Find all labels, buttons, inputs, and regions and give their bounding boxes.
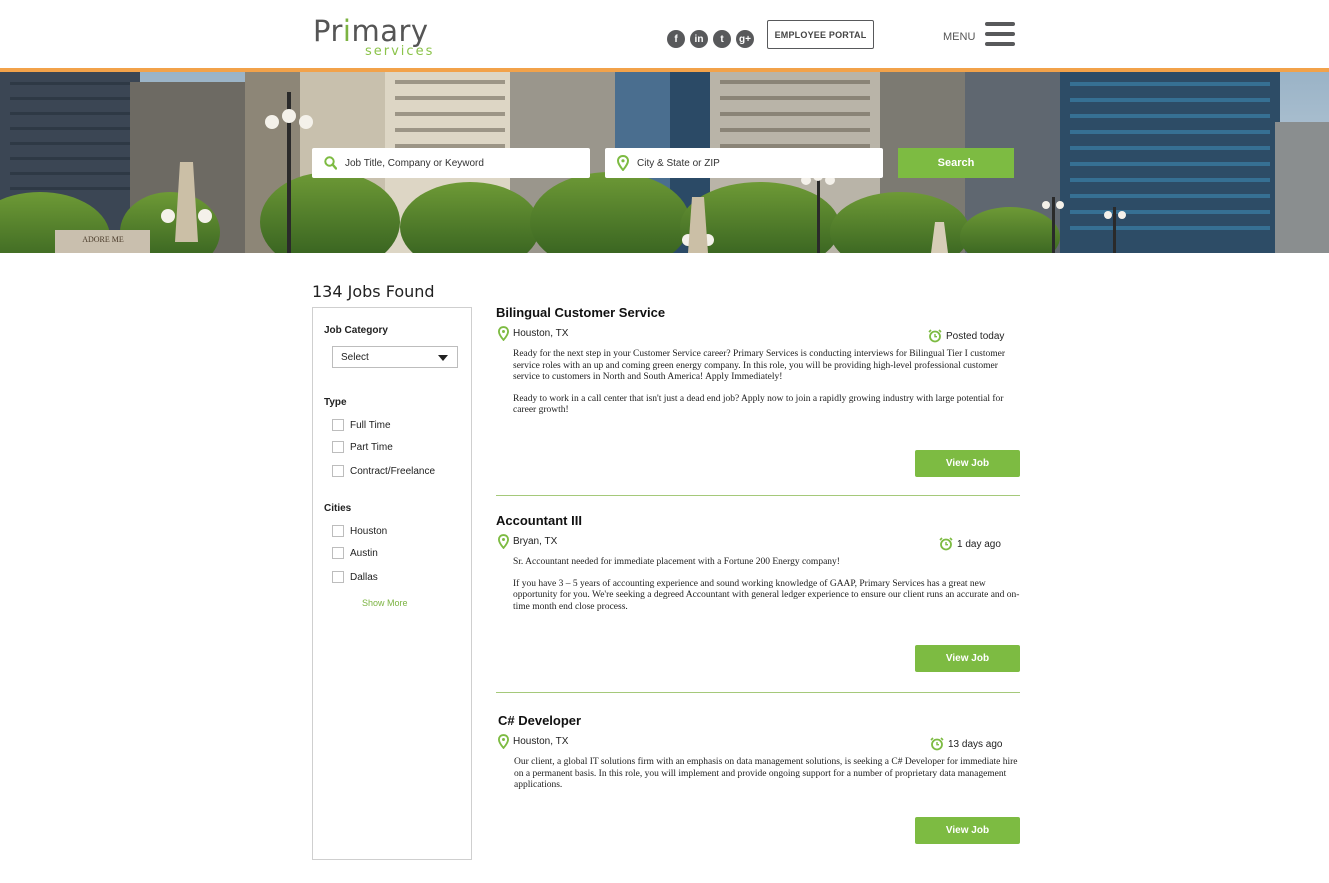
location-pin-icon xyxy=(617,155,629,171)
job-posted-time: Posted today xyxy=(928,329,1004,343)
city-option-dallas[interactable]: Dallas xyxy=(332,571,378,583)
checkbox[interactable] xyxy=(332,441,344,453)
svg-text:ADORE ME: ADORE ME xyxy=(82,235,124,244)
job-posted-label: 1 day ago xyxy=(957,538,1001,550)
job-title-link[interactable]: Bilingual Customer Service xyxy=(496,305,665,320)
menu-label[interactable]: MENU xyxy=(943,31,975,43)
location-pin-icon xyxy=(498,534,509,549)
show-more-cities-link[interactable]: Show More xyxy=(362,598,408,608)
alarm-clock-icon xyxy=(928,329,942,343)
job-posted-label: Posted today xyxy=(946,330,1005,342)
type-option-label: Contract/Freelance xyxy=(350,465,436,477)
checkbox[interactable] xyxy=(332,547,344,559)
checkbox[interactable] xyxy=(332,525,344,537)
site-header: Primary services f in t g+ EMPLOYEE PORT… xyxy=(0,0,1329,68)
linkedin-icon[interactable]: in xyxy=(690,30,708,48)
employee-portal-button[interactable]: EMPLOYEE PORTAL xyxy=(767,20,874,49)
type-option-part-time[interactable]: Part Time xyxy=(332,441,393,453)
job-description: Sr. Accountant needed for immediate plac… xyxy=(513,557,1021,623)
keyword-search-placeholder: Job Title, Company or Keyword xyxy=(345,157,484,169)
job-category-heading: Job Category xyxy=(324,325,388,336)
checkbox[interactable] xyxy=(332,571,344,583)
job-category-selected-value: Select xyxy=(341,351,369,363)
job-posted-time: 1 day ago xyxy=(939,537,1001,551)
job-title-link[interactable]: Accountant III xyxy=(496,513,582,528)
view-job-button[interactable]: View Job xyxy=(915,645,1020,672)
cities-heading: Cities xyxy=(324,503,352,514)
keyword-search-input[interactable]: Job Title, Company or Keyword xyxy=(312,148,590,178)
job-description-paragraph: Ready to work in a call center that isn'… xyxy=(513,393,1004,416)
type-option-label: Full Time xyxy=(350,419,391,431)
job-location-label: Houston, TX xyxy=(513,328,569,339)
city-option-label: Austin xyxy=(350,547,378,559)
checkbox[interactable] xyxy=(332,419,344,431)
twitter-icon[interactable]: t xyxy=(713,30,731,48)
city-option-austin[interactable]: Austin xyxy=(332,547,378,559)
job-listing: Bilingual Customer Service Houston, TX P… xyxy=(496,305,1020,480)
view-job-button[interactable]: View Job xyxy=(915,817,1020,844)
search-icon xyxy=(324,156,337,170)
job-location: Houston, TX xyxy=(498,734,568,749)
job-listing: C# Developer Houston, TX 13 days ago Our… xyxy=(496,713,1020,848)
google-plus-icon[interactable]: g+ xyxy=(736,30,754,48)
search-button[interactable]: Search xyxy=(898,148,1014,178)
facebook-icon[interactable]: f xyxy=(667,30,685,48)
job-description-paragraph: Sr. Accountant needed for immediate plac… xyxy=(513,557,840,567)
primary-services-logo[interactable]: Primary services xyxy=(313,14,448,60)
alarm-clock-icon xyxy=(930,737,944,751)
city-option-label: Dallas xyxy=(350,571,378,583)
city-option-label: Houston xyxy=(350,525,388,537)
type-option-label: Part Time xyxy=(350,441,393,453)
job-posted-time: 13 days ago xyxy=(930,737,1003,751)
city-option-houston[interactable]: Houston xyxy=(332,525,387,537)
alarm-clock-icon xyxy=(939,537,953,551)
job-description: Our client, a global IT solutions firm w… xyxy=(514,757,1022,802)
type-option-full-time[interactable]: Full Time xyxy=(332,419,391,431)
job-location: Bryan, TX xyxy=(498,534,557,549)
logo-subtitle: services xyxy=(365,44,435,59)
logo-wordmark: Primary xyxy=(313,14,429,48)
jobs-found-count: 134 Jobs Found xyxy=(312,282,435,301)
job-divider xyxy=(496,692,1020,693)
location-pin-icon xyxy=(498,734,509,749)
type-heading: Type xyxy=(324,397,347,408)
job-divider xyxy=(496,495,1020,496)
job-description-paragraph: Ready for the next step in your Customer… xyxy=(513,349,1006,382)
checkbox[interactable] xyxy=(332,465,344,477)
job-category-select[interactable]: Select xyxy=(332,346,458,368)
job-posted-label: 13 days ago xyxy=(948,738,1003,750)
location-search-input[interactable]: City & State or ZIP xyxy=(605,148,883,178)
chevron-down-icon xyxy=(438,355,448,361)
job-description: Ready for the next step in your Customer… xyxy=(513,349,1021,427)
job-location-label: Houston, TX xyxy=(513,736,569,747)
job-listing: Accountant III Bryan, TX 1 day ago Sr. A… xyxy=(496,513,1020,673)
job-description-paragraph: Our client, a global IT solutions firm w… xyxy=(514,757,1018,790)
location-pin-icon xyxy=(498,326,509,341)
job-location-label: Bryan, TX xyxy=(513,536,558,547)
social-links: f in t g+ xyxy=(667,30,754,48)
filter-sidebar: Job Category Select Type Full Time Part … xyxy=(312,307,472,860)
hamburger-menu-icon[interactable] xyxy=(985,22,1015,46)
view-job-button[interactable]: View Job xyxy=(915,450,1020,477)
location-search-placeholder: City & State or ZIP xyxy=(637,157,720,169)
job-location: Houston, TX xyxy=(498,326,568,341)
job-description-paragraph: If you have 3 – 5 years of accounting ex… xyxy=(513,578,1020,612)
type-option-contract[interactable]: Contract/Freelance xyxy=(332,465,435,477)
job-title-link[interactable]: C# Developer xyxy=(498,713,581,728)
hero-banner: ADORE ME Job Title, Company or Keyword C… xyxy=(0,72,1329,253)
